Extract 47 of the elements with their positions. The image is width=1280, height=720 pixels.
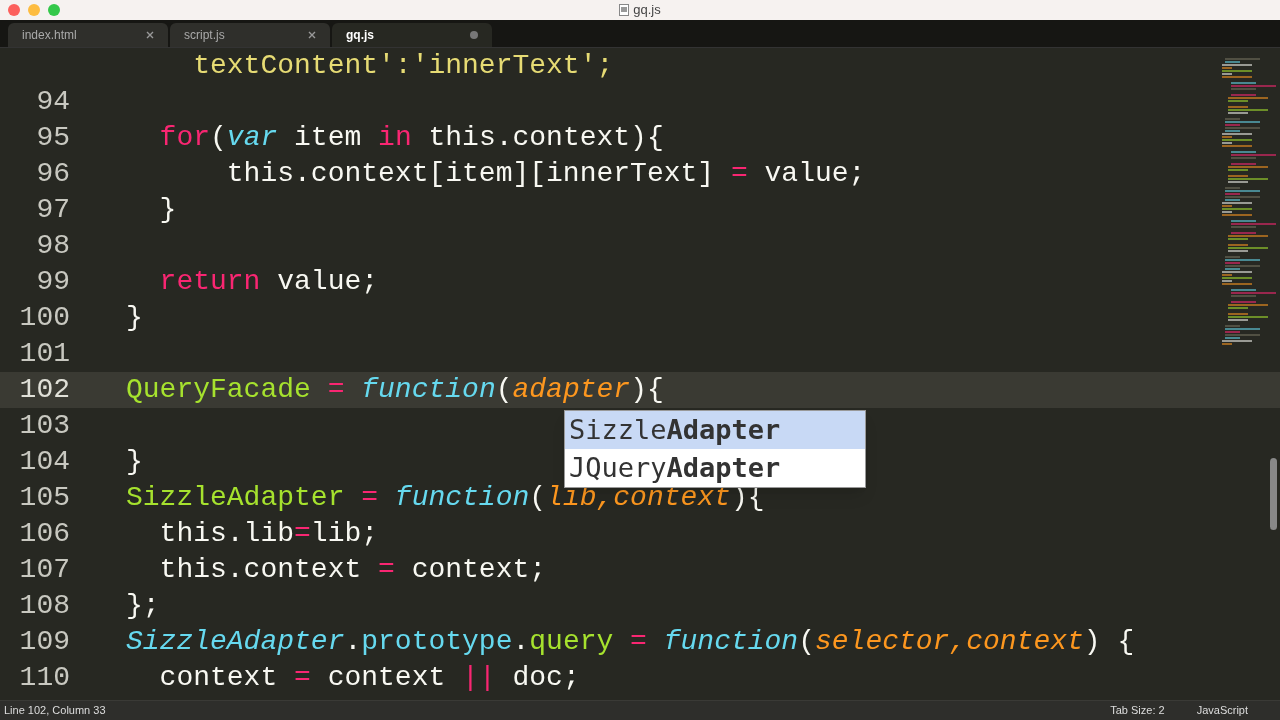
line-number: 97 [36, 194, 70, 225]
close-icon[interactable] [308, 31, 316, 39]
line-number: 104 [19, 446, 70, 477]
unsaved-dot-icon[interactable] [470, 31, 478, 39]
line-number: 108 [19, 590, 70, 621]
close-window-icon[interactable] [8, 4, 20, 16]
line-number: 101 [19, 338, 70, 369]
minimize-window-icon[interactable] [28, 4, 40, 16]
autocomplete-item[interactable]: SizzleAdapter [565, 411, 865, 449]
editor-tab[interactable]: index.html [8, 23, 168, 47]
window-title: gq.js [633, 1, 661, 20]
line-number: 98 [36, 230, 70, 261]
code-line: QueryFacade = function(adapter){ [126, 374, 664, 405]
line-number: 99 [36, 266, 70, 297]
code-line: return value; [158, 266, 379, 297]
line-number: 106 [19, 518, 70, 549]
line-number: 96 [36, 158, 70, 189]
line-number: 107 [19, 554, 70, 585]
autocomplete-item[interactable]: JQueryAdapter [565, 449, 865, 487]
code-line: this.context[item][innerText] = value; [225, 158, 866, 189]
scrollbar[interactable] [1270, 458, 1277, 530]
line-number: 105 [19, 482, 70, 513]
code-line: }; [126, 590, 160, 621]
editor-tab[interactable]: script.js [170, 23, 330, 47]
zoom-window-icon[interactable] [48, 4, 60, 16]
document-icon [619, 4, 630, 16]
line-number: 95 [36, 122, 70, 153]
editor-tab[interactable]: gq.js [332, 23, 492, 47]
code-line: } [158, 194, 177, 225]
code-line: this.context = context; [158, 554, 547, 585]
code-line: context = context || doc; [158, 662, 580, 693]
code-line: this.lib=lib; [158, 518, 379, 549]
syntax-selector[interactable]: JavaScript [1196, 702, 1248, 719]
line-number: 100 [19, 302, 70, 333]
code-line: for(var item in this.context){ [158, 122, 664, 153]
line-number: 103 [19, 410, 70, 441]
line-number: 110 [19, 662, 70, 693]
tab-size-selector[interactable]: Tab Size: 2 [1110, 702, 1165, 719]
close-icon[interactable] [146, 31, 154, 39]
code-line: SizzleAdapter.prototype.query = function(selector,context) { [126, 626, 1135, 657]
line-number: 102 [19, 374, 70, 405]
code-line: } [126, 302, 143, 333]
line-number: 109 [19, 626, 70, 657]
code-line: } [126, 446, 143, 477]
code-line: textContent':'innerText'; [192, 50, 614, 81]
line-number: 94 [36, 86, 70, 117]
cursor-position: Line 102, Column 33 [4, 703, 106, 719]
